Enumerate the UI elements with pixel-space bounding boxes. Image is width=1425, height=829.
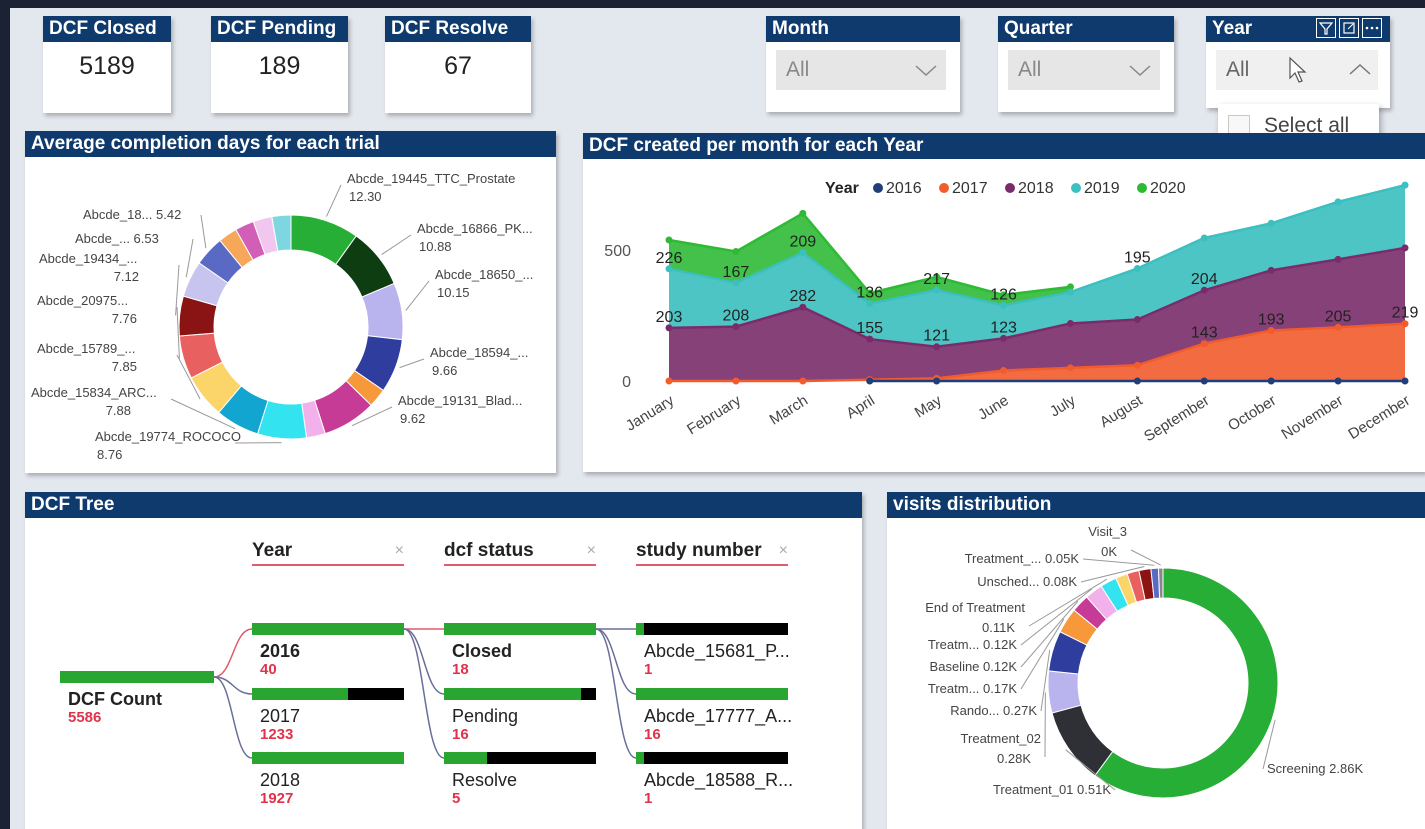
tree-node[interactable]: 2017 1233	[252, 688, 404, 744]
node-count: 5	[452, 790, 461, 807]
node-label: 2016	[260, 641, 301, 661]
node-bar-fill	[636, 623, 644, 635]
node-count: 1	[644, 661, 653, 678]
node-label: 2018	[260, 770, 301, 790]
tree-link	[595, 628, 637, 695]
node-count: 16	[452, 726, 469, 743]
node-label: DCF Count	[68, 689, 162, 709]
node-bar-fill	[252, 688, 348, 700]
panel-title: visits distribution	[887, 492, 1425, 518]
visits-data-label: Unsched... 0.08K	[977, 574, 1077, 589]
tree-node[interactable]: Pending 16	[444, 688, 596, 744]
node-bar-fill	[252, 752, 404, 764]
node-count: 1233	[260, 726, 294, 743]
node-bar-fill	[636, 752, 644, 764]
tree-node[interactable]: Abcde_15681_P... 1	[636, 623, 790, 679]
tree-column-header[interactable]: dcf status ×	[444, 540, 596, 562]
visits-slice[interactable]	[1157, 567, 1164, 599]
node-count: 18	[452, 661, 469, 678]
tree-node[interactable]: DCF Count 5586	[60, 671, 214, 727]
remove-level-icon[interactable]: ×	[587, 542, 596, 560]
tree-link	[403, 628, 445, 695]
node-bar-fill	[252, 623, 404, 635]
node-label: 2017	[260, 706, 301, 726]
visits-data-label: Visit_3	[1088, 524, 1127, 539]
tree-link	[403, 628, 445, 759]
tree-node[interactable]: 2016 40	[252, 623, 404, 679]
node-label: Closed	[452, 641, 513, 661]
node-bar-fill	[444, 752, 487, 764]
node-bar	[444, 688, 596, 700]
visits-data-label: Treatm... 0.17K	[928, 681, 1017, 696]
visits-data-label: Treatment_01 0.51K	[993, 782, 1111, 797]
node-bar-fill	[636, 688, 788, 700]
tree-node[interactable]: Abcde_18588_R... 1	[636, 752, 793, 808]
tree-link	[213, 628, 253, 678]
node-bar	[252, 623, 404, 635]
node-label: Abcde_18588_R...	[644, 770, 794, 790]
tree-node[interactable]: Resolve 5	[444, 752, 596, 808]
visits-data-value: 0.28K	[997, 751, 1031, 766]
visits-donut-chart[interactable]: Screening 2.86K Treatment_01 0.51K Treatme…	[887, 518, 1425, 829]
node-count: 5586	[68, 709, 102, 726]
visits-data-label: Treatm... 0.12K	[928, 637, 1017, 652]
node-bar-fill	[444, 688, 581, 700]
node-bar-fill	[444, 623, 596, 635]
visits-slice[interactable]	[1047, 670, 1082, 714]
tree-node[interactable]: 2018 1927	[252, 752, 404, 808]
leader-line	[1130, 549, 1161, 566]
visits-data-label: Treatment_... 0.05K	[965, 551, 1080, 566]
node-bar	[252, 688, 404, 700]
remove-level-icon[interactable]: ×	[779, 542, 788, 560]
visits-data-label: End of Treatment	[925, 600, 1025, 615]
node-label: Abcde_17777_A...	[644, 706, 793, 726]
node-count: 1927	[260, 790, 294, 807]
column-label: dcf status	[444, 540, 534, 561]
visits-data-label: Baseline 0.12K	[930, 659, 1018, 674]
column-label: study number	[636, 540, 762, 561]
visits-data-value: 0.11K	[982, 620, 1015, 635]
tree-node[interactable]: Closed 18	[444, 623, 596, 679]
column-underline	[252, 564, 404, 566]
tree-node[interactable]: Abcde_17777_A... 16	[636, 688, 792, 744]
leader-line	[1082, 558, 1155, 566]
column-underline	[636, 564, 788, 566]
node-bar-fill	[60, 671, 214, 683]
tree-column-header[interactable]: Year ×	[252, 540, 404, 562]
remove-level-icon[interactable]: ×	[395, 542, 404, 560]
node-bar	[60, 671, 214, 683]
column-label: Year	[252, 540, 293, 561]
node-bar	[444, 752, 596, 764]
visits-data-label: Screening 2.86K	[1267, 761, 1363, 776]
visits-data-label: Rando... 0.27K	[950, 703, 1037, 718]
visits-data-value: 0K	[1101, 544, 1117, 559]
node-label: Pending	[452, 706, 519, 726]
node-count: 1	[644, 790, 653, 807]
node-bar	[252, 752, 404, 764]
visits-distribution-panel[interactable]: visits distribution Screening 2.86K Treat…	[887, 492, 1425, 829]
tree-column-header[interactable]: study number ×	[636, 540, 788, 562]
node-bar	[636, 752, 788, 764]
node-label: Abcde_15681_P...	[644, 641, 790, 661]
tree-link	[595, 628, 637, 759]
visits-data-label: Treatment_02	[961, 731, 1041, 746]
node-bar	[636, 688, 788, 700]
column-underline	[444, 564, 596, 566]
tree-link	[213, 676, 253, 759]
node-count: 40	[260, 661, 277, 678]
node-count: 16	[644, 726, 661, 743]
node-bar	[444, 623, 596, 635]
node-bar	[636, 623, 788, 635]
node-label: Resolve	[452, 770, 518, 790]
